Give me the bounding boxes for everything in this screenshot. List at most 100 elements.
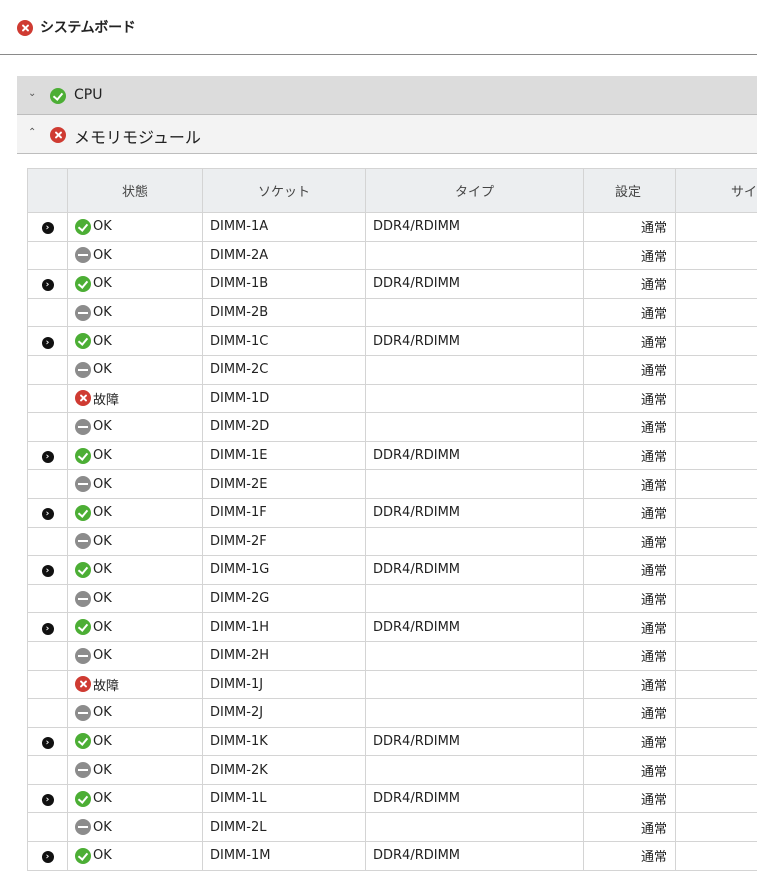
table-row[interactable]: › OK DIMM-1M DDR4/RDIMM 通常 [27, 841, 757, 871]
column-header-type[interactable]: タイプ [365, 168, 584, 213]
status-cell: OK [67, 526, 203, 557]
status-cell: OK [67, 240, 203, 271]
socket-cell: DIMM-2D [202, 412, 366, 442]
table-row[interactable]: 故障 DIMM-1J 通常 [27, 669, 757, 700]
expand-row-icon[interactable]: › [41, 794, 54, 807]
table-row[interactable]: OK DIMM-2A 通常 [27, 240, 757, 271]
type-cell: DDR4/RDIMM [365, 326, 584, 356]
expand-row-icon[interactable]: › [41, 336, 54, 349]
type-cell [365, 755, 584, 785]
expand-cell[interactable]: › [27, 212, 68, 242]
ok-icon [75, 790, 91, 807]
socket-cell: DIMM-1H [202, 612, 366, 642]
expand-cell[interactable]: › [27, 326, 68, 356]
setting-cell: 通常 [583, 783, 676, 814]
expand-cell[interactable]: › [27, 726, 68, 757]
table-row[interactable]: OK DIMM-2B 通常 [27, 297, 757, 328]
table-row[interactable]: OK DIMM-2K 通常 [27, 755, 757, 785]
table-row[interactable]: › OK DIMM-1A DDR4/RDIMM 通常 [27, 212, 757, 242]
expand-row-icon[interactable]: › [41, 508, 54, 521]
table-row[interactable]: OK DIMM-2J 通常 [27, 698, 757, 728]
error-icon [75, 676, 91, 693]
section-cpu[interactable]: ⌄ CPU [17, 76, 757, 115]
status-text: 故障 [93, 678, 120, 694]
setting-cell: 通常 [583, 469, 676, 499]
status-cell: OK [67, 640, 203, 671]
expand-row-icon[interactable]: › [41, 851, 54, 864]
expand-row-icon[interactable]: › [41, 222, 54, 235]
setting-cell: 通常 [583, 240, 676, 271]
setting-cell: 通常 [583, 755, 676, 785]
expand-cell [27, 354, 68, 385]
type-cell [365, 383, 584, 414]
section-memory-title: メモリモジュール [74, 128, 201, 147]
socket-cell: DIMM-1L [202, 783, 366, 814]
expand-cell[interactable]: › [27, 497, 68, 528]
column-header-status[interactable]: 状態 [67, 168, 203, 213]
expand-row-icon[interactable]: › [41, 565, 54, 578]
table-row[interactable]: OK DIMM-2D 通常 [27, 412, 757, 442]
table-row[interactable]: OK DIMM-2G 通常 [27, 583, 757, 614]
socket-cell: DIMM-2E [202, 469, 366, 499]
status-text: OK [93, 362, 112, 378]
not-installed-icon [75, 647, 91, 664]
table-row[interactable]: › OK DIMM-1B DDR4/RDIMM 通常 [27, 269, 757, 299]
setting-cell: 通常 [583, 326, 676, 356]
status-text: OK [93, 448, 112, 464]
status-cell: OK [67, 354, 203, 385]
not-installed-icon [75, 533, 91, 550]
expand-row-icon[interactable]: › [41, 279, 54, 292]
table-row[interactable]: › OK DIMM-1H DDR4/RDIMM 通常 [27, 612, 757, 642]
expand-cell [27, 698, 68, 728]
type-cell: DDR4/RDIMM [365, 212, 584, 242]
table-row[interactable]: OK DIMM-2F 通常 [27, 526, 757, 557]
expand-row-icon[interactable]: › [41, 736, 54, 749]
expand-cell [27, 240, 68, 271]
table-row[interactable]: OK DIMM-2E 通常 [27, 469, 757, 499]
expand-cell [27, 755, 68, 785]
table-row[interactable]: OK DIMM-2H 通常 [27, 640, 757, 671]
column-header-size[interactable]: サイ [675, 168, 757, 213]
expand-cell[interactable]: › [27, 841, 68, 871]
status-text: OK [93, 533, 112, 549]
type-cell: DDR4/RDIMM [365, 612, 584, 642]
expand-cell[interactable]: › [27, 783, 68, 814]
socket-cell: DIMM-1A [202, 212, 366, 242]
table-row[interactable]: › OK DIMM-1C DDR4/RDIMM 通常 [27, 326, 757, 356]
table-row[interactable]: OK DIMM-2C 通常 [27, 354, 757, 385]
status-text: OK [93, 276, 112, 292]
expand-cell [27, 526, 68, 557]
table-row[interactable]: › OK DIMM-1F DDR4/RDIMM 通常 [27, 497, 757, 528]
socket-cell: DIMM-2F [202, 526, 366, 557]
chevron-down-icon[interactable]: ⌄ [28, 88, 36, 99]
table-row[interactable]: 故障 DIMM-1D 通常 [27, 383, 757, 414]
size-cell [675, 726, 757, 757]
status-cell: OK [67, 497, 203, 528]
table-row[interactable]: OK DIMM-2L 通常 [27, 812, 757, 843]
expand-row-icon[interactable]: › [41, 451, 54, 464]
socket-cell: DIMM-1J [202, 669, 366, 700]
size-cell [675, 841, 757, 871]
column-header-socket[interactable]: ソケット [202, 168, 366, 213]
table-row[interactable]: › OK DIMM-1G DDR4/RDIMM 通常 [27, 555, 757, 585]
expand-cell[interactable]: › [27, 440, 68, 471]
expand-cell[interactable]: › [27, 269, 68, 299]
table-row[interactable]: › OK DIMM-1K DDR4/RDIMM 通常 [27, 726, 757, 757]
setting-cell: 通常 [583, 841, 676, 871]
expand-row-icon[interactable]: › [41, 622, 54, 635]
chevron-up-icon[interactable]: ⌃ [28, 127, 36, 138]
socket-cell: DIMM-2G [202, 583, 366, 614]
table-row[interactable]: › OK DIMM-1L DDR4/RDIMM 通常 [27, 783, 757, 814]
expand-cell[interactable]: › [27, 612, 68, 642]
expand-cell[interactable]: › [27, 555, 68, 585]
setting-cell: 通常 [583, 726, 676, 757]
setting-cell: 通常 [583, 269, 676, 299]
type-cell [365, 640, 584, 671]
table-row[interactable]: › OK DIMM-1E DDR4/RDIMM 通常 [27, 440, 757, 471]
type-cell: DDR4/RDIMM [365, 497, 584, 528]
not-installed-icon [75, 819, 91, 836]
type-cell [365, 412, 584, 442]
setting-cell: 通常 [583, 612, 676, 642]
column-header-setting[interactable]: 設定 [583, 168, 676, 213]
section-memory-modules[interactable]: ⌃ メモリモジュール [17, 115, 757, 154]
